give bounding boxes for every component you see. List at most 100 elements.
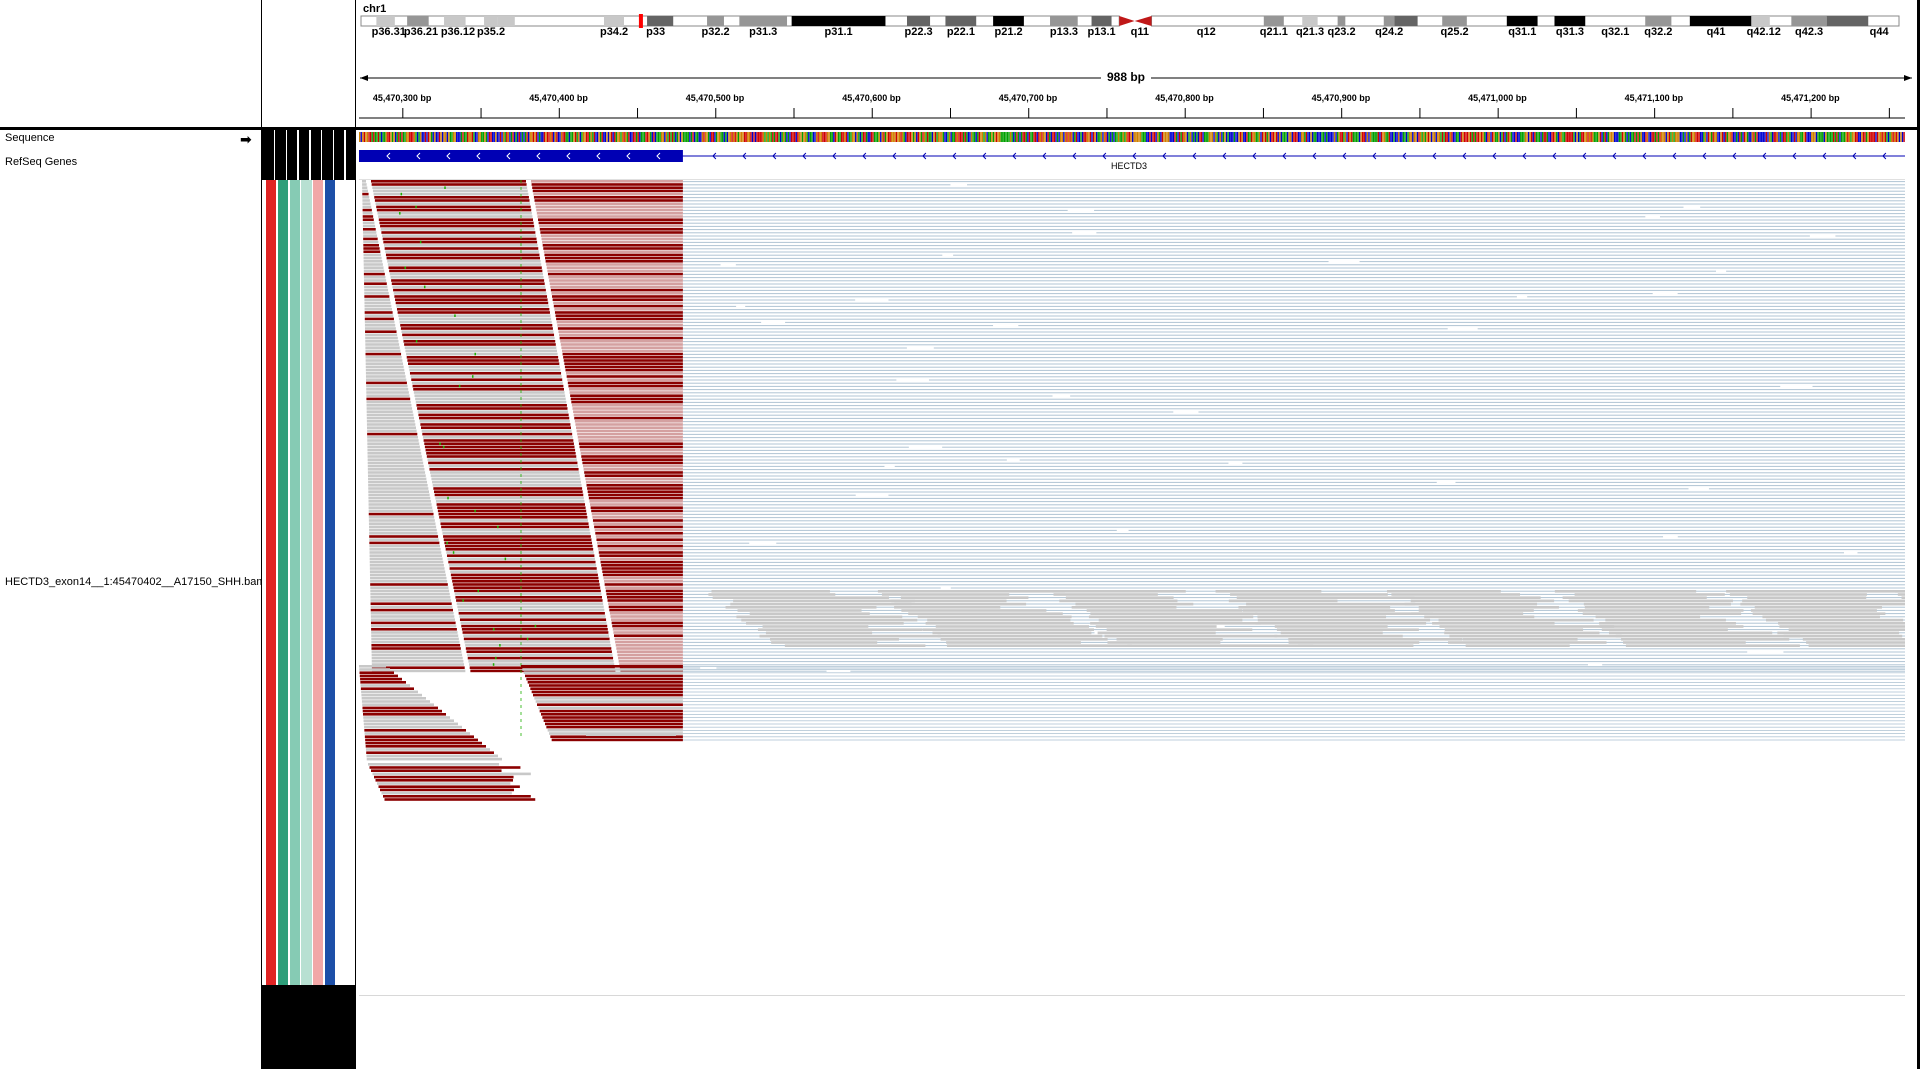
sequence-base: [466, 132, 469, 142]
band-label: p34.2: [600, 26, 629, 38]
aligned-read: [1410, 612, 1524, 615]
alignment-reads[interactable]: [356, 180, 1920, 1000]
split-connector: [682, 405, 1905, 407]
attribute-cell[interactable]: [336, 180, 347, 985]
split-connector: [682, 561, 1905, 563]
sequence-base: [1753, 132, 1755, 142]
read-middle: [372, 186, 528, 189]
sequence-base: [1890, 132, 1893, 142]
read-left: [367, 442, 420, 445]
data-panel[interactable]: chr1 p36.31 p36.21 p36.12 p35.2 p34.2 p33 p32.…: [356, 0, 1920, 1069]
sequence-base: [462, 132, 464, 142]
read-middle: [448, 560, 596, 564]
split-connector: [682, 414, 1905, 416]
read-left: [369, 525, 437, 529]
sequence-base: [891, 132, 893, 142]
aligned-read: [935, 625, 1090, 628]
sequence-base: [582, 132, 585, 142]
read-middle: [428, 461, 578, 465]
sequence-base: [1834, 132, 1836, 142]
ruler[interactable]: [356, 104, 1920, 122]
sequence-base: [545, 132, 547, 142]
split-connector: [682, 267, 1905, 269]
sequence-base: [1762, 132, 1764, 142]
sequence-base: [1318, 132, 1320, 142]
lower-tail-read: [586, 733, 676, 736]
sequence-base: [811, 132, 813, 142]
read-left: [362, 186, 368, 189]
sequence-base: [1678, 132, 1680, 142]
sequence-base: [1106, 132, 1109, 142]
gap: [1006, 458, 1020, 461]
sequence-base: [670, 132, 672, 142]
sequence-base: [559, 132, 561, 142]
sequence-base: [1354, 132, 1356, 142]
split-connector: [682, 465, 1905, 467]
read-right: [601, 564, 683, 567]
sequence-base: [565, 132, 567, 142]
sequence-base: [894, 132, 896, 142]
aligned-read: [1053, 593, 1158, 596]
gap: [1645, 215, 1660, 218]
sequence-base: [1850, 132, 1852, 142]
read-middle: [372, 189, 528, 193]
read-middle: [408, 362, 560, 365]
gene-label[interactable]: HECTD3: [1111, 161, 1147, 171]
attribute-cell[interactable]: [313, 180, 324, 985]
read-right: [571, 400, 683, 404]
sequence-base: [1524, 132, 1527, 142]
split-connector: [682, 408, 1905, 410]
sequence-base: [1887, 132, 1890, 142]
band-label: q44: [1869, 26, 1889, 38]
band-label: p22.3: [904, 26, 933, 38]
sequence-base: [1382, 132, 1384, 142]
gap: [950, 183, 968, 186]
aligned-read: [1257, 615, 1387, 619]
aligned-read: [1391, 593, 1521, 596]
read-middle: [422, 432, 573, 436]
sequence-base: [1637, 132, 1639, 142]
sequence-base: [823, 132, 826, 142]
attribute-cell[interactable]: [266, 180, 277, 985]
read-right: [541, 237, 683, 241]
read-middle: [382, 234, 536, 237]
aligned-read: [1574, 593, 1725, 596]
sequence-base: [1297, 132, 1300, 142]
sequence-base: [797, 132, 799, 142]
sequence-base: [1548, 132, 1550, 142]
sequence-base: [1638, 132, 1641, 142]
read-left: [364, 327, 396, 330]
attribute-cell[interactable]: [289, 180, 300, 985]
sequence-base: [673, 132, 675, 142]
split-connector: [682, 565, 1905, 567]
attribute-cell[interactable]: [277, 180, 288, 985]
mismatch: [399, 212, 401, 215]
attribute-cell[interactable]: [324, 180, 335, 985]
lower-read-right: [547, 729, 683, 732]
sequence-base: [1072, 132, 1074, 142]
sequence-track-label[interactable]: Sequence: [5, 132, 55, 144]
ideogram-band: [1050, 16, 1078, 26]
strand-arrow-icon[interactable]: ➡: [240, 131, 252, 148]
sequence-base: [1080, 132, 1082, 142]
sequence-base: [1088, 132, 1090, 142]
read-right: [612, 628, 683, 631]
sequence-base: [581, 132, 583, 142]
aligned-read: [770, 638, 899, 641]
bam-track-label[interactable]: HECTD3_exon14__1:45470402__A17150_SHH.ba…: [5, 576, 266, 588]
read-middle: [407, 359, 559, 362]
sequence-base: [1229, 132, 1231, 142]
sequence-track[interactable]: [359, 132, 1905, 142]
read-left: [365, 336, 398, 340]
read-middle: [456, 599, 603, 602]
attribute-cell[interactable]: [301, 180, 312, 985]
sequence-base: [599, 132, 602, 142]
sequence-base: [1103, 132, 1106, 142]
read-middle: [451, 576, 599, 580]
split-connector: [682, 443, 1905, 445]
refseq-track-label[interactable]: RefSeq Genes: [5, 156, 77, 168]
read-middle: [443, 535, 591, 538]
sequence-base: [420, 132, 422, 142]
read-left: [367, 461, 424, 465]
read-right: [618, 656, 683, 660]
